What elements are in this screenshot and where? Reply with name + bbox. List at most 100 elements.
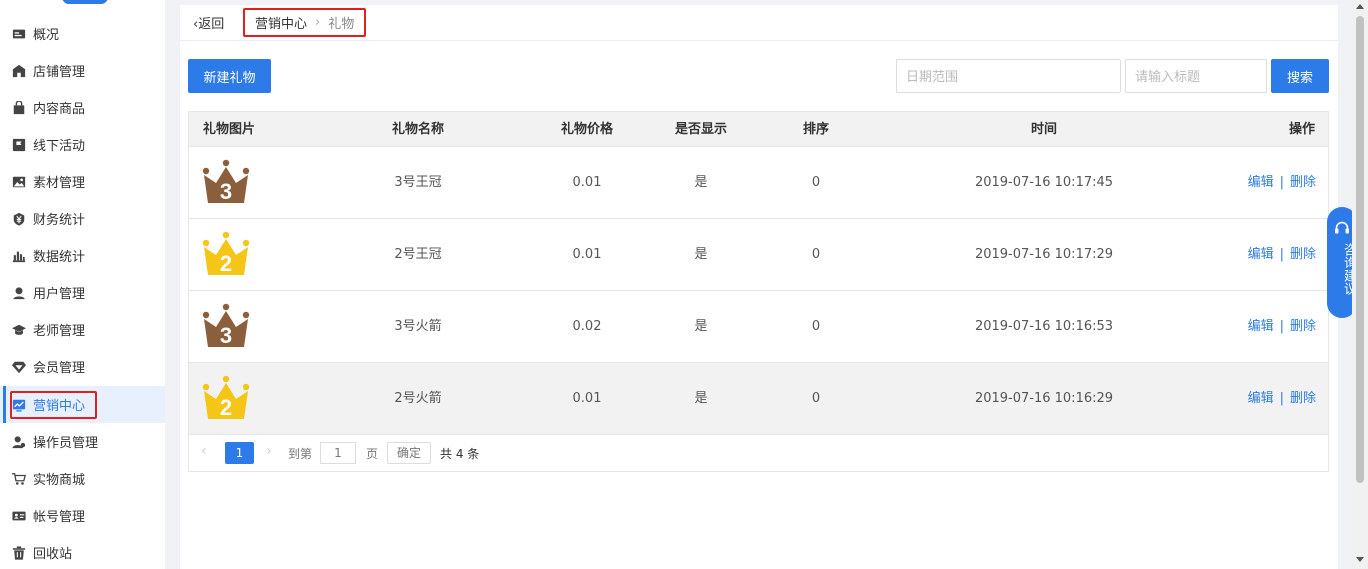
table-row: 2 2号王冠 0.01 是 0 2019-07-16 10:17:29 编辑 | 删… <box>189 219 1328 291</box>
delete-link[interactable]: 删除 <box>1290 391 1316 406</box>
crown-number: 3 <box>220 179 232 204</box>
sidebar-item-account[interactable]: 帐号管理 <box>0 497 165 534</box>
new-gift-button[interactable]: 新建礼物 <box>188 59 271 93</box>
breadcrumb-marketing[interactable]: 营销中心 <box>255 13 307 32</box>
crown-2-icon: 2 <box>202 231 250 276</box>
gift-time: 2019-07-16 10:17:29 <box>974 247 1114 262</box>
sidebar-item-teachers[interactable]: 老师管理 <box>0 311 165 348</box>
row-actions: 编辑 | 删除 <box>1248 219 1316 291</box>
gift-time: 2019-07-16 10:16:53 <box>974 319 1114 334</box>
crown-number: 2 <box>220 251 232 276</box>
gift-name: 2号火箭 <box>394 391 442 406</box>
crown-3-icon: 3 <box>202 303 250 348</box>
sidebar-item-label: 帐号管理 <box>33 510 86 525</box>
scroll-up-icon[interactable] <box>1356 4 1364 9</box>
edit-link[interactable]: 编辑 <box>1248 319 1274 334</box>
sidebar-item-label: 实物商城 <box>33 473 86 488</box>
edit-link[interactable]: 编辑 <box>1248 391 1274 406</box>
sidebar-item-label: 操作员管理 <box>33 436 99 451</box>
table-row: 3 3号火箭 0.02 是 0 2019-07-16 10:16:53 编辑 | 删… <box>189 291 1328 363</box>
sidebar-item-label: 财务统计 <box>33 213 86 228</box>
sidebar-item-operators[interactable]: 操作员管理 <box>0 423 165 460</box>
gift-visible: 是 <box>694 319 708 334</box>
date-range-input[interactable] <box>896 59 1121 93</box>
column-header: 礼物图片 <box>203 122 256 137</box>
sidebar-item-label: 回收站 <box>33 547 73 562</box>
edit-link[interactable]: 编辑 <box>1248 247 1274 262</box>
column-header: 时间 <box>1030 122 1058 137</box>
store-icon <box>11 63 26 78</box>
delete-link[interactable]: 删除 <box>1290 247 1316 262</box>
gift-name: 3号火箭 <box>394 319 442 334</box>
goto-confirm-button[interactable]: 确定 <box>387 442 431 464</box>
gift-price: 0.01 <box>572 247 602 262</box>
scrollbar-thumb[interactable] <box>1356 16 1364 483</box>
title-search-input[interactable] <box>1125 59 1267 93</box>
row-actions: 编辑 | 删除 <box>1248 147 1316 219</box>
gift-visible: 是 <box>694 175 708 190</box>
active-indicator <box>3 386 6 423</box>
sidebar-item-mall[interactable]: 实物商城 <box>0 460 165 497</box>
action-separator: | <box>1279 391 1284 406</box>
gift-name: 2号王冠 <box>394 247 442 262</box>
sidebar-item-label: 会员管理 <box>33 361 86 376</box>
delete-link[interactable]: 删除 <box>1290 319 1316 334</box>
column-header: 操作 <box>1288 122 1315 137</box>
crown-number: 3 <box>220 323 232 348</box>
main-panel: ‹返回 营销中心 › 礼物 新建礼物 搜索 礼物图片 礼物名称 礼物价格 是否显… <box>180 5 1338 569</box>
sidebar-item-content[interactable]: 内容商品 <box>0 89 165 126</box>
page-scrollbar[interactable] <box>1352 0 1368 569</box>
back-link[interactable]: ‹返回 <box>193 13 224 32</box>
highlight-box <box>10 391 97 419</box>
sidebar-item-recycle[interactable]: 回收站 <box>0 534 165 569</box>
operator-icon <box>11 434 26 449</box>
sidebar-item-label: 线下活动 <box>33 139 86 154</box>
sidebar-item-offline[interactable]: 线下活动 <box>0 126 165 163</box>
row-actions: 编辑 | 删除 <box>1248 363 1316 435</box>
edit-link[interactable]: 编辑 <box>1248 175 1274 190</box>
sidebar-item-label: 老师管理 <box>33 324 86 339</box>
gift-time: 2019-07-16 10:16:29 <box>974 391 1114 406</box>
headset-icon <box>1335 221 1349 234</box>
sidebar-item-material[interactable]: 素材管理 <box>0 163 165 200</box>
sidebar-item-finance[interactable]: 财务统计 <box>0 200 165 237</box>
delete-link[interactable]: 删除 <box>1290 175 1316 190</box>
gift-time: 2019-07-16 10:17:45 <box>974 175 1114 190</box>
action-separator: | <box>1279 319 1284 334</box>
column-header: 礼物价格 <box>560 122 614 137</box>
table-row: 2 2号火箭 0.01 是 0 2019-07-16 10:16:29 编辑 | 删… <box>189 363 1328 435</box>
bar-chart-icon <box>11 248 26 263</box>
sidebar-item-label: 店铺管理 <box>33 65 86 80</box>
breadcrumb: 营销中心 › 礼物 <box>243 8 367 37</box>
flag-icon <box>11 137 26 152</box>
pagination: ‹ 1 › 到第 1 页 确定 共 4 条 <box>189 435 1328 471</box>
yen-icon <box>11 211 26 226</box>
scroll-down-icon[interactable] <box>1356 557 1364 562</box>
table-header: 礼物图片 礼物名称 礼物价格 是否显示 排序 时间 操作 <box>189 112 1328 147</box>
total-count: 共 4 条 <box>440 447 480 461</box>
gift-table: 礼物图片 礼物名称 礼物价格 是否显示 排序 时间 操作 3 3号王冠 0.01… <box>188 111 1329 472</box>
crown-number: 2 <box>220 395 232 420</box>
gift-price: 0.02 <box>572 319 602 334</box>
crown-3-icon: 3 <box>202 159 250 204</box>
prev-page-icon[interactable]: ‹ <box>201 443 207 459</box>
sidebar-item-members[interactable]: 会员管理 <box>0 348 165 385</box>
gift-price: 0.01 <box>572 391 602 406</box>
sidebar-item-label: 用户管理 <box>33 287 86 302</box>
sidebar-item-users[interactable]: 用户管理 <box>0 274 165 311</box>
sidebar-item-label: 内容商品 <box>33 102 86 117</box>
action-separator: | <box>1279 247 1284 262</box>
gift-sort: 0 <box>811 319 821 334</box>
next-page-icon[interactable]: › <box>266 443 272 459</box>
goto-page-input[interactable]: 1 <box>320 442 356 464</box>
action-separator: | <box>1279 175 1284 190</box>
diamond-icon <box>11 359 26 374</box>
user-icon <box>11 285 26 300</box>
sidebar-item-data[interactable]: 数据统计 <box>0 237 165 274</box>
column-header: 排序 <box>802 122 830 137</box>
sidebar-item-overview[interactable]: 概况 <box>0 15 165 52</box>
sidebar-item-store[interactable]: 店铺管理 <box>0 52 165 89</box>
page-number-current[interactable]: 1 <box>225 442 254 464</box>
row-actions: 编辑 | 删除 <box>1248 291 1316 363</box>
search-button[interactable]: 搜索 <box>1271 59 1329 93</box>
